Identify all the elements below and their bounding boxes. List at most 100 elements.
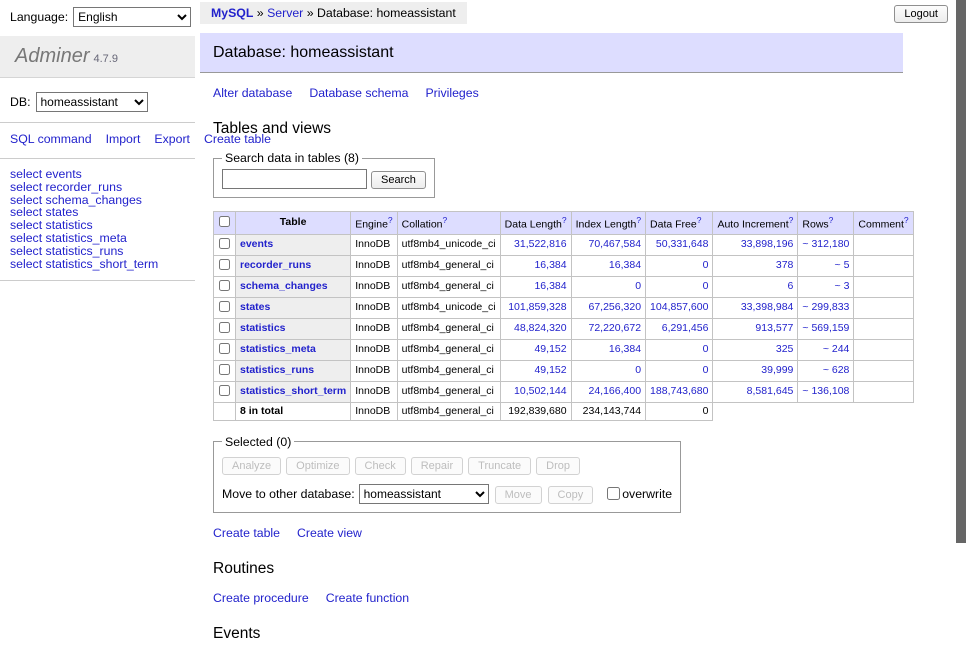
db-action-database-schema[interactable]: Database schema: [309, 86, 408, 100]
scrollbar-thumb[interactable]: [956, 0, 966, 543]
cell-value-link[interactable]: 16,384: [534, 259, 566, 271]
cell-value-link[interactable]: ~ 3: [835, 280, 850, 292]
breadcrumb-mysql[interactable]: MySQL: [211, 6, 253, 20]
cell-value-link[interactable]: 0: [703, 259, 709, 271]
cell-value-link[interactable]: 50,331,648: [656, 238, 709, 250]
cell-value-link[interactable]: 16,384: [534, 280, 566, 292]
cell-value-link[interactable]: ~ 569,159: [802, 322, 849, 334]
overwrite-checkbox[interactable]: [607, 487, 620, 500]
sidebar-action-sql-command[interactable]: SQL command: [10, 132, 92, 146]
select-all-checkbox[interactable]: [219, 216, 230, 227]
help-link[interactable]: ?: [388, 215, 393, 225]
table-link-statistics-short-term[interactable]: statistics_short_term: [240, 385, 346, 397]
cell-value-link[interactable]: 49,152: [534, 364, 566, 376]
search-input[interactable]: [222, 169, 367, 189]
sidebar-action-import[interactable]: Import: [106, 132, 141, 146]
check-button[interactable]: Check: [355, 457, 406, 475]
sidebar-action-export[interactable]: Export: [154, 132, 190, 146]
cell-value-link[interactable]: ~ 136,108: [802, 385, 849, 397]
row-checkbox[interactable]: [219, 280, 230, 291]
cell-value-link[interactable]: 24,166,400: [588, 385, 641, 397]
copy-button[interactable]: Copy: [548, 486, 594, 504]
help-link[interactable]: ?: [443, 215, 448, 225]
cell-value-link[interactable]: 72,220,672: [588, 322, 641, 334]
cell-value-link[interactable]: ~ 299,833: [802, 301, 849, 313]
cell-value-link[interactable]: 48,824,320: [514, 322, 567, 334]
cell-value-link[interactable]: 913,577: [755, 322, 793, 334]
move-db-select[interactable]: homeassistant: [359, 484, 489, 504]
drop-button[interactable]: Drop: [536, 457, 580, 475]
table-link-statistics-meta[interactable]: statistics_meta: [240, 343, 316, 355]
cell-value-link[interactable]: ~ 628: [823, 364, 850, 376]
logout-button[interactable]: Logout: [894, 5, 948, 23]
breadcrumb-server[interactable]: Server: [267, 6, 303, 20]
cell-value-link[interactable]: 49,152: [534, 343, 566, 355]
sidebar-link-select-statistics-short-term[interactable]: select statistics_short_term: [10, 258, 195, 271]
routine-create-procedure[interactable]: Create procedure: [213, 591, 309, 605]
language-select[interactable]: English: [73, 7, 191, 27]
sidebar-link-select-recorder-runs[interactable]: select recorder_runs: [10, 181, 195, 194]
cell-value-link[interactable]: 70,467,584: [588, 238, 641, 250]
cell-value-link[interactable]: 0: [635, 280, 641, 292]
db-action-privileges[interactable]: Privileges: [425, 86, 478, 100]
cell-value-link[interactable]: 104,857,600: [650, 301, 708, 313]
selected-legend: Selected (0): [222, 435, 294, 449]
help-link[interactable]: ?: [789, 215, 794, 225]
cell-value-link[interactable]: 16,384: [609, 343, 641, 355]
search-legend: Search data in tables (8): [222, 151, 362, 165]
move-button[interactable]: Move: [495, 486, 542, 504]
cell-value-link[interactable]: 0: [703, 343, 709, 355]
cell-value-link[interactable]: 188,743,680: [650, 385, 708, 397]
table-link-states[interactable]: states: [240, 301, 270, 313]
create-create-view[interactable]: Create view: [297, 526, 362, 540]
table-link-events[interactable]: events: [240, 238, 273, 250]
create-create-table[interactable]: Create table: [213, 526, 280, 540]
cell-value-link[interactable]: 0: [703, 364, 709, 376]
sidebar-link-select-events[interactable]: select events: [10, 168, 195, 181]
cell-value-link[interactable]: 8,581,645: [747, 385, 794, 397]
repair-button[interactable]: Repair: [411, 457, 463, 475]
help-link[interactable]: ?: [697, 215, 702, 225]
table-link-recorder-runs[interactable]: recorder_runs: [240, 259, 311, 271]
cell-value-link[interactable]: 0: [703, 280, 709, 292]
row-checkbox[interactable]: [219, 364, 230, 375]
cell-value-link[interactable]: 6,291,456: [662, 322, 709, 334]
cell-value-link[interactable]: 325: [776, 343, 794, 355]
cell-value-link[interactable]: ~ 312,180: [802, 238, 849, 250]
row-checkbox[interactable]: [219, 259, 230, 270]
sidebar-link-select-statistics-runs[interactable]: select statistics_runs: [10, 245, 195, 258]
analyze-button[interactable]: Analyze: [222, 457, 281, 475]
routine-create-function[interactable]: Create function: [326, 591, 409, 605]
cell-value-link[interactable]: 378: [776, 259, 794, 271]
help-link[interactable]: ?: [904, 215, 909, 225]
row-checkbox[interactable]: [219, 301, 230, 312]
cell-value-link[interactable]: 101,859,328: [508, 301, 566, 313]
cell-value-link[interactable]: 10,502,144: [514, 385, 567, 397]
cell-value-link[interactable]: 39,999: [761, 364, 793, 376]
cell-value-link[interactable]: ~ 5: [835, 259, 850, 271]
help-link[interactable]: ?: [829, 215, 834, 225]
row-checkbox[interactable]: [219, 238, 230, 249]
cell-value-link[interactable]: 67,256,320: [588, 301, 641, 313]
truncate-button[interactable]: Truncate: [468, 457, 531, 475]
cell-value-link[interactable]: 6: [788, 280, 794, 292]
search-button[interactable]: Search: [371, 171, 426, 189]
cell-value-link[interactable]: 33,898,196: [741, 238, 794, 250]
optimize-button[interactable]: Optimize: [286, 457, 349, 475]
row-checkbox[interactable]: [219, 322, 230, 333]
cell-value-link[interactable]: 31,522,816: [514, 238, 567, 250]
table-link-statistics[interactable]: statistics: [240, 322, 286, 334]
row-checkbox[interactable]: [219, 385, 230, 396]
help-link[interactable]: ?: [636, 215, 641, 225]
cell-value-link[interactable]: 33,398,984: [741, 301, 794, 313]
help-link[interactable]: ?: [562, 215, 567, 225]
table-link-statistics-runs[interactable]: statistics_runs: [240, 364, 314, 376]
table-link-schema-changes[interactable]: schema_changes: [240, 280, 328, 292]
db-action-alter-database[interactable]: Alter database: [213, 86, 292, 100]
row-checkbox[interactable]: [219, 343, 230, 354]
db-select[interactable]: homeassistant: [36, 92, 148, 112]
cell-value-link[interactable]: 16,384: [609, 259, 641, 271]
cell-value-link[interactable]: ~ 244: [823, 343, 850, 355]
sidebar-link-select-statistics-meta[interactable]: select statistics_meta: [10, 232, 195, 245]
cell-value-link[interactable]: 0: [635, 364, 641, 376]
